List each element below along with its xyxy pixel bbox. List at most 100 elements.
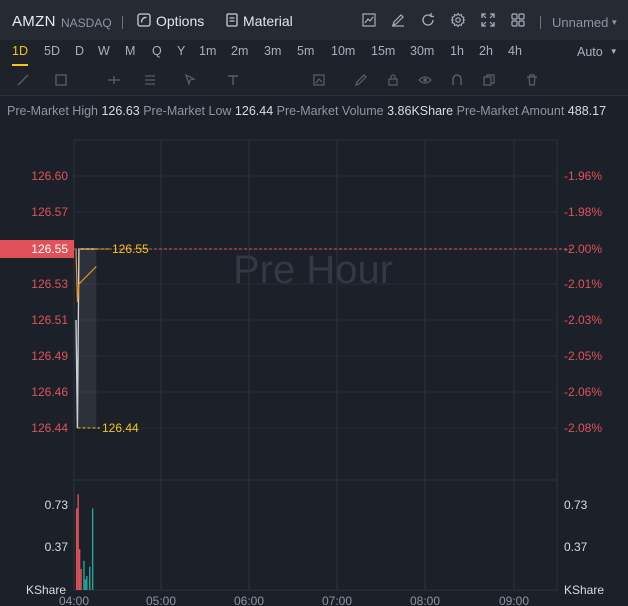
trash-icon[interactable] xyxy=(525,73,539,87)
timeframe-15m[interactable]: 15m xyxy=(371,44,395,58)
timeframe-1m[interactable]: 1m xyxy=(199,44,216,58)
volume-bar xyxy=(84,579,87,590)
price-tick-label: 126.44 xyxy=(31,421,68,435)
price-tick-label: 126.57 xyxy=(31,205,68,219)
current-price-label: 126.55 xyxy=(31,242,68,256)
settings-gear-icon[interactable] xyxy=(450,12,466,28)
volume-bar xyxy=(76,508,78,590)
low-marker-label: 126.44 xyxy=(102,421,139,435)
layout-name-dropdown[interactable]: Unnamed ▼ xyxy=(552,15,618,30)
copy-icon[interactable] xyxy=(482,73,496,87)
scale-mode-label: Auto xyxy=(577,45,603,59)
timeframe-5d[interactable]: 5D xyxy=(44,44,60,58)
premarket-info-bar: Pre-Market High 126.63 Pre-Market Low 12… xyxy=(0,97,628,125)
chevron-down-icon: ▼ xyxy=(609,47,618,56)
material-button[interactable]: Material xyxy=(243,13,293,29)
timeframe-5m[interactable]: 5m xyxy=(297,44,314,58)
time-tick-label: 08:00 xyxy=(410,594,440,606)
time-tick-label: 06:00 xyxy=(234,594,264,606)
timeframe-4h[interactable]: 4h xyxy=(508,44,522,58)
premarket-volume-label: Pre-Market Volume xyxy=(276,104,384,118)
pre-hour-watermark: Pre Hour xyxy=(233,248,393,292)
eye-icon[interactable] xyxy=(418,73,432,87)
trend-line-icon[interactable] xyxy=(16,73,30,87)
price-tick-label: 126.49 xyxy=(31,349,68,363)
price-chart[interactable]: Pre Hour 126.55 126.44 126.60 126.57 126.53… xyxy=(0,125,628,606)
percent-tick-label: -1.98% xyxy=(564,205,602,219)
price-tick-label: 126.53 xyxy=(31,277,68,291)
timeframe-1h[interactable]: 1h xyxy=(450,44,464,58)
timeframe-30m[interactable]: 30m xyxy=(410,44,434,58)
time-tick-label: 09:00 xyxy=(499,594,529,606)
timeframe-2m[interactable]: 2m xyxy=(231,44,248,58)
percent-tick-label: -2.03% xyxy=(564,313,602,327)
options-button[interactable]: Options xyxy=(156,13,204,29)
current-percent-label: -2.00% xyxy=(564,242,602,256)
premarket-summary: Pre-Market High 126.63 Pre-Market Low 12… xyxy=(7,104,606,118)
timeframe-bar: 1D 5D D W M Q Y 1m 2m 3m 5m 10m 15m 30m … xyxy=(0,40,628,66)
volume-tick-label: 0.37 xyxy=(564,540,588,554)
measure-icon[interactable] xyxy=(312,73,326,87)
horizontal-line-icon[interactable] xyxy=(107,73,121,87)
symbol-name[interactable]: AMZN xyxy=(12,13,56,30)
timeframe-2h[interactable]: 2h xyxy=(479,44,493,58)
volume-bar xyxy=(78,549,81,590)
cursor-arrow-icon[interactable] xyxy=(183,73,197,87)
rectangle-icon[interactable] xyxy=(54,73,68,87)
timeframe-day[interactable]: D xyxy=(75,44,84,58)
price-tick-label: 126.51 xyxy=(31,313,68,327)
timeframe-1d[interactable]: 1D xyxy=(12,44,28,58)
premarket-low-value: 126.44 xyxy=(234,104,274,118)
volume-bar xyxy=(86,576,88,590)
price-tick-label: 126.46 xyxy=(31,385,68,399)
timeframe-3m[interactable]: 3m xyxy=(264,44,281,58)
indicator-icon[interactable] xyxy=(361,12,377,28)
chevron-down-icon: ▼ xyxy=(610,18,619,27)
percent-tick-label: -2.01% xyxy=(564,277,602,291)
drawing-toolbar xyxy=(0,66,628,96)
refresh-icon[interactable] xyxy=(420,12,436,28)
timeframe-10m[interactable]: 10m xyxy=(331,44,355,58)
edit-icon[interactable] xyxy=(390,12,406,28)
timeframe-quarter[interactable]: Q xyxy=(152,44,162,58)
volume-bars xyxy=(76,494,94,590)
premarket-high-value: 126.63 xyxy=(101,104,140,118)
magnet-icon[interactable] xyxy=(450,73,464,87)
material-icon[interactable] xyxy=(224,12,240,28)
premarket-volume-value: 3.86KShare xyxy=(387,104,454,118)
divider xyxy=(540,16,541,29)
timeframe-week[interactable]: W xyxy=(98,44,110,58)
volume-bar xyxy=(80,569,82,590)
price-tick-label: 126.60 xyxy=(31,169,68,183)
volume-tick-label: 0.73 xyxy=(45,498,69,512)
fullscreen-icon[interactable] xyxy=(480,12,496,28)
layout-grid-icon[interactable] xyxy=(510,12,526,28)
chart-grid xyxy=(73,139,558,591)
percent-tick-label: -2.06% xyxy=(564,385,602,399)
time-tick-label: 05:00 xyxy=(146,594,176,606)
volume-tick-label: 0.73 xyxy=(564,498,588,512)
percent-tick-label: -2.05% xyxy=(564,349,602,363)
percent-tick-label: -2.08% xyxy=(564,421,602,435)
volume-bar xyxy=(77,494,79,590)
timeframe-month[interactable]: M xyxy=(125,44,135,58)
exchange-label: NASDAQ xyxy=(61,16,112,30)
options-icon[interactable] xyxy=(136,12,152,28)
text-tool-icon[interactable] xyxy=(226,73,240,87)
premarket-amount-label: Pre-Market Amount xyxy=(456,104,565,118)
scale-mode-dropdown[interactable]: Auto ▼ xyxy=(577,45,618,59)
time-tick-label: 04:00 xyxy=(59,594,89,606)
volume-tick-label: 0.37 xyxy=(45,540,69,554)
volume-bar xyxy=(89,566,91,590)
fibonacci-icon[interactable] xyxy=(143,73,157,87)
timeframe-year[interactable]: Y xyxy=(177,44,185,58)
lock-icon[interactable] xyxy=(386,73,400,87)
price-series xyxy=(75,248,97,429)
high-marker-label: 126.55 xyxy=(112,242,149,256)
premarket-low-label: Pre-Market Low xyxy=(143,104,232,118)
divider xyxy=(122,16,123,29)
time-tick-label: 07:00 xyxy=(322,594,352,606)
layout-name-label: Unnamed xyxy=(552,15,609,30)
pencil-icon[interactable] xyxy=(354,73,368,87)
volume-bar xyxy=(83,560,85,590)
